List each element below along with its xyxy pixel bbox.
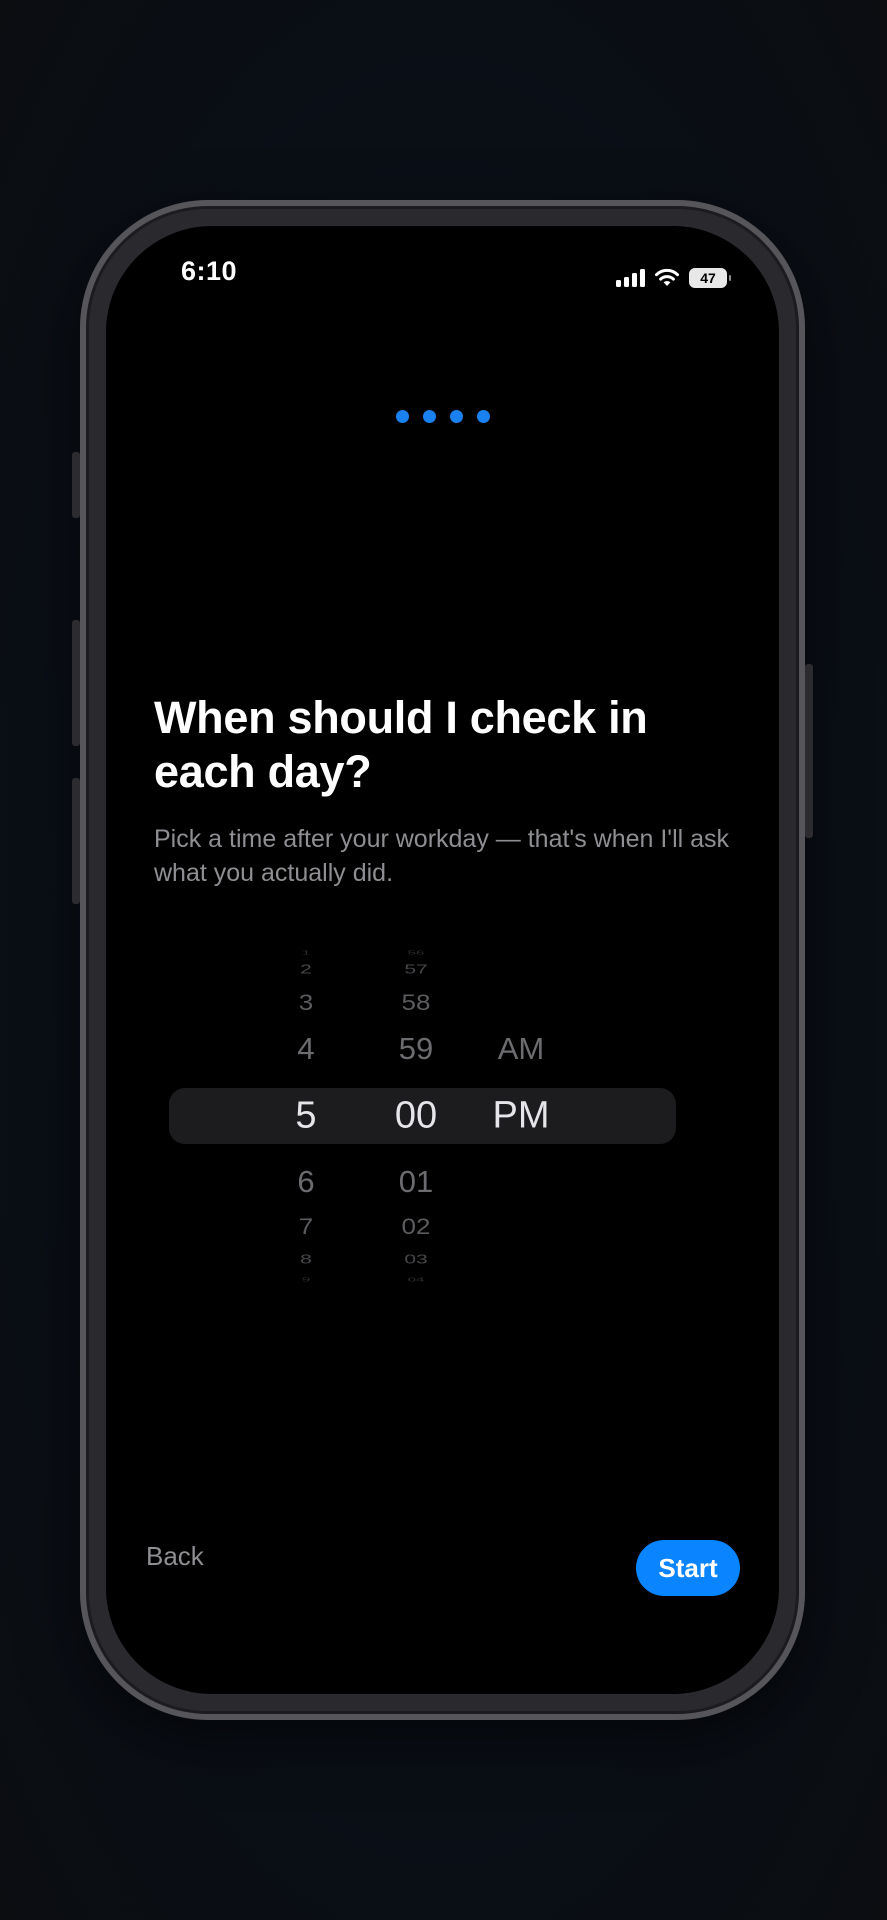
minute-option[interactable]: 59 <box>399 1031 433 1067</box>
battery-level: 47 <box>700 270 716 286</box>
wifi-icon <box>655 268 679 286</box>
battery-icon: 47 <box>689 268 731 288</box>
start-button[interactable]: Start <box>636 1540 740 1596</box>
volume-up-button <box>72 620 80 746</box>
minute-option[interactable]: 56 <box>408 950 425 956</box>
minute-option[interactable]: 03 <box>404 1253 427 1268</box>
minute-option[interactable]: 01 <box>399 1164 433 1200</box>
progress-dot <box>476 410 490 423</box>
back-button[interactable]: Back <box>146 1541 204 1572</box>
page-title: When should I check in each day? <box>154 692 648 797</box>
minute-option[interactable]: 02 <box>402 1214 431 1240</box>
hour-option[interactable]: 3 <box>299 990 313 1016</box>
progress-dot <box>422 410 436 423</box>
hour-option[interactable]: 7 <box>299 1214 313 1240</box>
dynamic-island <box>342 256 543 316</box>
hour-option[interactable]: 4 <box>297 1031 314 1067</box>
status-time: 6:10 <box>181 256 238 286</box>
volume-down-button <box>72 778 80 904</box>
phone-screen: 6:10 47 When should I check in each day?… <box>106 226 779 1694</box>
status-icons: 47 <box>616 268 731 288</box>
progress-dot <box>395 410 409 423</box>
time-picker[interactable]: 1 2 3 4 5 6 7 8 9 56 57 58 59 00 01 02 0… <box>106 946 779 1283</box>
minute-selected[interactable]: 00 <box>395 1095 437 1138</box>
hour-selected[interactable]: 5 <box>295 1095 316 1138</box>
power-button <box>805 664 813 838</box>
period-option-am[interactable]: AM <box>498 1031 545 1067</box>
cellular-signal-icon <box>616 269 645 287</box>
period-selected[interactable]: PM <box>493 1095 550 1138</box>
progress-dots <box>106 410 779 423</box>
minute-option[interactable]: 58 <box>402 990 431 1016</box>
action-button <box>72 452 80 518</box>
hour-option[interactable]: 1 <box>302 950 310 956</box>
hour-option[interactable]: 2 <box>300 963 312 978</box>
progress-dot <box>449 410 463 423</box>
hour-option[interactable]: 6 <box>297 1164 314 1200</box>
minute-option[interactable]: 04 <box>408 1277 425 1283</box>
hour-option[interactable]: 8 <box>300 1253 312 1268</box>
page-subtitle: Pick a time after your workday — that's … <box>154 825 730 887</box>
hour-option[interactable]: 9 <box>302 1277 310 1283</box>
minute-option[interactable]: 57 <box>404 963 427 978</box>
